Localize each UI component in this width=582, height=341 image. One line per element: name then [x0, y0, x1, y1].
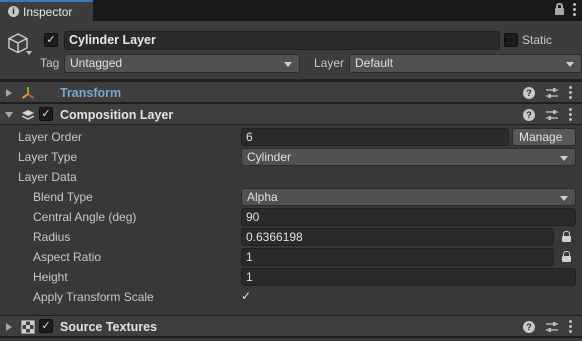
composition-layer-title: Composition Layer	[60, 108, 174, 122]
tab-inspector[interactable]: i Inspector	[0, 0, 93, 21]
tag-dropdown[interactable]: Untagged	[64, 54, 300, 73]
blend-type-dropdown[interactable]: Alpha	[241, 188, 576, 206]
layer-type-value: Cylinder	[247, 150, 292, 164]
height-field[interactable]: 1	[241, 268, 576, 286]
layer-label: Layer	[314, 56, 345, 70]
property-row-blend-type: Blend Type Alpha	[0, 187, 582, 207]
radius-label: Radius	[33, 230, 71, 244]
lock-icon[interactable]	[562, 251, 571, 262]
more-options-icon[interactable]	[573, 2, 576, 16]
tab-label: Inspector	[23, 4, 73, 19]
layer-data-label: Layer Data	[18, 170, 77, 184]
object-name-field[interactable]: Cylinder Layer	[64, 31, 500, 50]
apply-transform-scale-label: Apply Transform Scale	[33, 290, 154, 304]
property-row-central-angle: Central Angle (deg) 90	[0, 207, 582, 227]
help-icon[interactable]: ?	[523, 86, 535, 99]
gameobject-header: ✓ Cylinder Layer Static Tag Untagged Lay…	[0, 21, 582, 80]
component-menu-icon[interactable]	[569, 320, 572, 333]
foldout-closed-icon[interactable]	[6, 323, 12, 331]
blend-type-label: Blend Type	[33, 190, 93, 204]
layer-order-label: Layer Order	[18, 130, 83, 144]
chevron-down-icon	[284, 62, 292, 67]
component-header-source-textures[interactable]: ✓ Source Textures ?	[0, 315, 582, 337]
layer-type-dropdown[interactable]: Cylinder	[241, 148, 576, 166]
central-angle-label: Central Angle (deg)	[33, 210, 137, 224]
property-row-aspect-ratio: Aspect Ratio 1	[0, 247, 582, 267]
layer-order-field[interactable]: 6	[241, 128, 509, 146]
radius-field[interactable]: 0.6366198	[241, 228, 554, 246]
foldout-closed-icon[interactable]	[6, 89, 12, 97]
tag-label: Tag	[40, 56, 60, 70]
component-header-transform[interactable]: Transform ?	[0, 81, 582, 103]
layers-icon	[21, 110, 35, 120]
info-icon: i	[8, 6, 19, 17]
tag-value: Untagged	[70, 56, 123, 70]
height-label: Height	[33, 270, 68, 284]
property-row-layer-type: Layer Type Cylinder	[0, 147, 582, 167]
manage-button[interactable]: Manage	[512, 128, 576, 146]
property-row-height: Height 1	[0, 267, 582, 287]
layer-type-label: Layer Type	[18, 150, 78, 164]
presets-sliders-icon[interactable]	[545, 87, 559, 99]
static-checkbox[interactable]	[504, 33, 518, 47]
help-icon[interactable]: ?	[523, 320, 535, 333]
transform-title[interactable]: Transform	[60, 86, 121, 100]
help-icon[interactable]: ?	[523, 108, 535, 121]
source-textures-title: Source Textures	[60, 320, 158, 334]
source-textures-enabled-checkbox[interactable]: ✓	[39, 319, 53, 333]
aspect-ratio-label: Aspect Ratio	[33, 250, 102, 264]
blend-type-value: Alpha	[247, 190, 278, 204]
layer-value: Default	[355, 56, 394, 70]
lock-icon[interactable]	[562, 231, 571, 242]
composition-enabled-checkbox[interactable]: ✓	[39, 107, 53, 121]
property-row-layer-data: Layer Data	[0, 167, 582, 187]
foldout-open-icon[interactable]	[5, 112, 13, 118]
composition-layer-body: Layer Order 6 Manage Layer Type Cylinder…	[0, 125, 582, 316]
static-label: Static	[522, 33, 553, 47]
component-menu-icon[interactable]	[569, 108, 572, 121]
lock-icon[interactable]	[554, 2, 565, 16]
central-angle-field[interactable]: 90	[241, 208, 576, 226]
active-checkbox[interactable]: ✓	[44, 33, 58, 47]
layer-dropdown[interactable]: Default	[349, 54, 582, 73]
component-menu-icon[interactable]	[569, 86, 572, 99]
component-header-composition-layer[interactable]: ✓ Composition Layer ?	[0, 103, 582, 125]
presets-sliders-icon[interactable]	[545, 321, 559, 333]
texture-checker-icon	[21, 320, 35, 334]
transform-axes-icon	[21, 87, 35, 99]
apply-transform-scale-checkbox[interactable]: ✓	[241, 289, 255, 303]
tab-bar: i Inspector	[0, 0, 582, 21]
property-row-radius: Radius 0.6366198	[0, 227, 582, 247]
presets-sliders-icon[interactable]	[545, 109, 559, 121]
chevron-down-icon	[560, 196, 568, 201]
property-row-layer-order: Layer Order 6 Manage	[0, 127, 582, 147]
property-row-apply-transform-scale: Apply Transform Scale ✓	[0, 287, 582, 307]
chevron-down-icon	[560, 156, 568, 161]
icon-dropdown-caret[interactable]	[26, 51, 32, 55]
chevron-down-icon	[566, 62, 574, 67]
aspect-ratio-field[interactable]: 1	[241, 248, 554, 266]
